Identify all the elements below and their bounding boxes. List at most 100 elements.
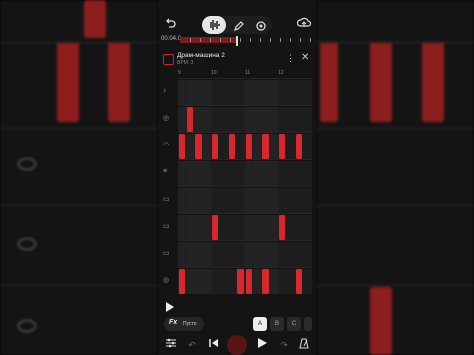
step-sequencer-grid[interactable] xyxy=(178,78,312,294)
step-cell[interactable] xyxy=(228,215,237,240)
lane-instrument-icon[interactable]: ▭ xyxy=(158,213,178,240)
lane-instrument-icon[interactable]: ≡ xyxy=(158,159,178,186)
step-cell[interactable] xyxy=(270,107,279,132)
lane-instrument-icon[interactable]: ▭ xyxy=(158,240,178,267)
pattern-b-button[interactable]: B xyxy=(270,317,284,331)
step-cell[interactable] xyxy=(270,188,279,213)
step-cell[interactable] xyxy=(211,188,220,213)
step-cell[interactable] xyxy=(253,80,262,105)
step-cell[interactable] xyxy=(245,80,254,105)
active-step-note[interactable] xyxy=(262,269,269,294)
step-cell[interactable] xyxy=(186,188,195,213)
step-cell[interactable] xyxy=(228,188,237,213)
active-step-note[interactable] xyxy=(186,107,194,132)
step-cell[interactable] xyxy=(303,107,312,132)
active-step-note[interactable] xyxy=(228,134,236,159)
step-cell[interactable] xyxy=(245,107,254,132)
step-cell[interactable] xyxy=(211,269,220,294)
step-cell[interactable] xyxy=(203,161,212,186)
gear-icon[interactable] xyxy=(255,19,267,37)
active-step-note[interactable] xyxy=(237,269,244,294)
step-cell[interactable] xyxy=(219,161,229,186)
step-cell[interactable] xyxy=(295,188,304,213)
step-cell[interactable] xyxy=(278,242,287,267)
step-cell[interactable] xyxy=(236,188,245,213)
step-cell[interactable] xyxy=(253,134,262,159)
step-cell[interactable] xyxy=(270,242,279,267)
pattern-title[interactable]: Драм-машина 2 xyxy=(177,52,225,59)
step-cell[interactable] xyxy=(219,188,229,213)
step-cell[interactable] xyxy=(228,107,237,132)
step-cell[interactable] xyxy=(203,269,212,294)
step-cell[interactable] xyxy=(245,242,254,267)
fx-button[interactable]: Fx Пусто xyxy=(164,317,204,331)
undo-icon[interactable] xyxy=(162,17,178,33)
lane-instrument-icon[interactable]: ◎ xyxy=(158,267,178,294)
step-cell[interactable] xyxy=(211,242,220,267)
active-step-note[interactable] xyxy=(279,134,286,159)
step-cell[interactable] xyxy=(303,242,312,267)
step-cell[interactable] xyxy=(178,107,187,132)
step-cell[interactable] xyxy=(286,134,296,159)
step-cell[interactable] xyxy=(194,107,204,132)
step-cell[interactable] xyxy=(236,80,245,105)
step-cell[interactable] xyxy=(278,269,287,294)
record-icon[interactable] xyxy=(227,335,247,355)
close-icon[interactable]: ✕ xyxy=(301,52,309,63)
more-vertical-icon[interactable]: ⋮ xyxy=(286,53,295,64)
active-step-note[interactable] xyxy=(178,269,185,294)
step-cell[interactable] xyxy=(203,107,212,132)
mixer-icon[interactable] xyxy=(164,338,178,352)
pattern-c-button[interactable]: C xyxy=(287,317,301,331)
lane-instrument-icon[interactable]: ◎ xyxy=(158,105,178,132)
step-cell[interactable] xyxy=(286,80,296,105)
step-cell[interactable] xyxy=(253,107,262,132)
step-cell[interactable] xyxy=(186,134,195,159)
active-step-note[interactable] xyxy=(295,269,303,294)
step-cell[interactable] xyxy=(186,80,195,105)
step-cell[interactable] xyxy=(295,80,304,105)
step-cell[interactable] xyxy=(236,215,245,240)
step-cell[interactable] xyxy=(253,188,262,213)
cloud-upload-icon[interactable] xyxy=(296,17,312,33)
step-cell[interactable] xyxy=(261,215,271,240)
step-cell[interactable] xyxy=(203,80,212,105)
pattern-more-button[interactable] xyxy=(304,317,312,331)
step-cell[interactable] xyxy=(303,188,312,213)
timeline-ruler[interactable] xyxy=(180,36,314,46)
step-cell[interactable] xyxy=(303,269,312,294)
step-cell[interactable] xyxy=(203,134,212,159)
metronome-icon[interactable] xyxy=(298,338,310,352)
step-cell[interactable] xyxy=(303,134,312,159)
step-cell[interactable] xyxy=(245,188,254,213)
step-cell[interactable] xyxy=(194,242,204,267)
step-cell[interactable] xyxy=(236,107,245,132)
step-cell[interactable] xyxy=(228,269,237,294)
step-cell[interactable] xyxy=(178,188,187,213)
step-cell[interactable] xyxy=(219,134,229,159)
skip-back-icon[interactable] xyxy=(208,338,220,352)
step-cell[interactable] xyxy=(286,242,296,267)
active-step-note[interactable] xyxy=(279,215,286,240)
step-cell[interactable] xyxy=(219,107,229,132)
step-cell[interactable] xyxy=(186,161,195,186)
play-main-icon[interactable] xyxy=(256,338,268,352)
step-cell[interactable] xyxy=(253,242,262,267)
active-step-note[interactable] xyxy=(212,215,219,240)
active-step-note[interactable] xyxy=(195,134,202,159)
step-cell[interactable] xyxy=(211,80,220,105)
step-cell[interactable] xyxy=(270,161,279,186)
step-cell[interactable] xyxy=(303,161,312,186)
pencil-icon[interactable] xyxy=(233,19,245,37)
undo-icon[interactable]: ↶ xyxy=(186,338,198,352)
step-cell[interactable] xyxy=(211,161,220,186)
step-cell[interactable] xyxy=(228,80,237,105)
step-cell[interactable] xyxy=(270,215,279,240)
active-step-note[interactable] xyxy=(178,134,185,159)
lane-instrument-icon[interactable]: ◠ xyxy=(158,132,178,159)
playhead[interactable] xyxy=(236,36,238,46)
waveform-icon[interactable] xyxy=(202,16,226,34)
step-cell[interactable] xyxy=(270,134,279,159)
active-step-note[interactable] xyxy=(212,134,219,159)
step-cell[interactable] xyxy=(211,107,220,132)
